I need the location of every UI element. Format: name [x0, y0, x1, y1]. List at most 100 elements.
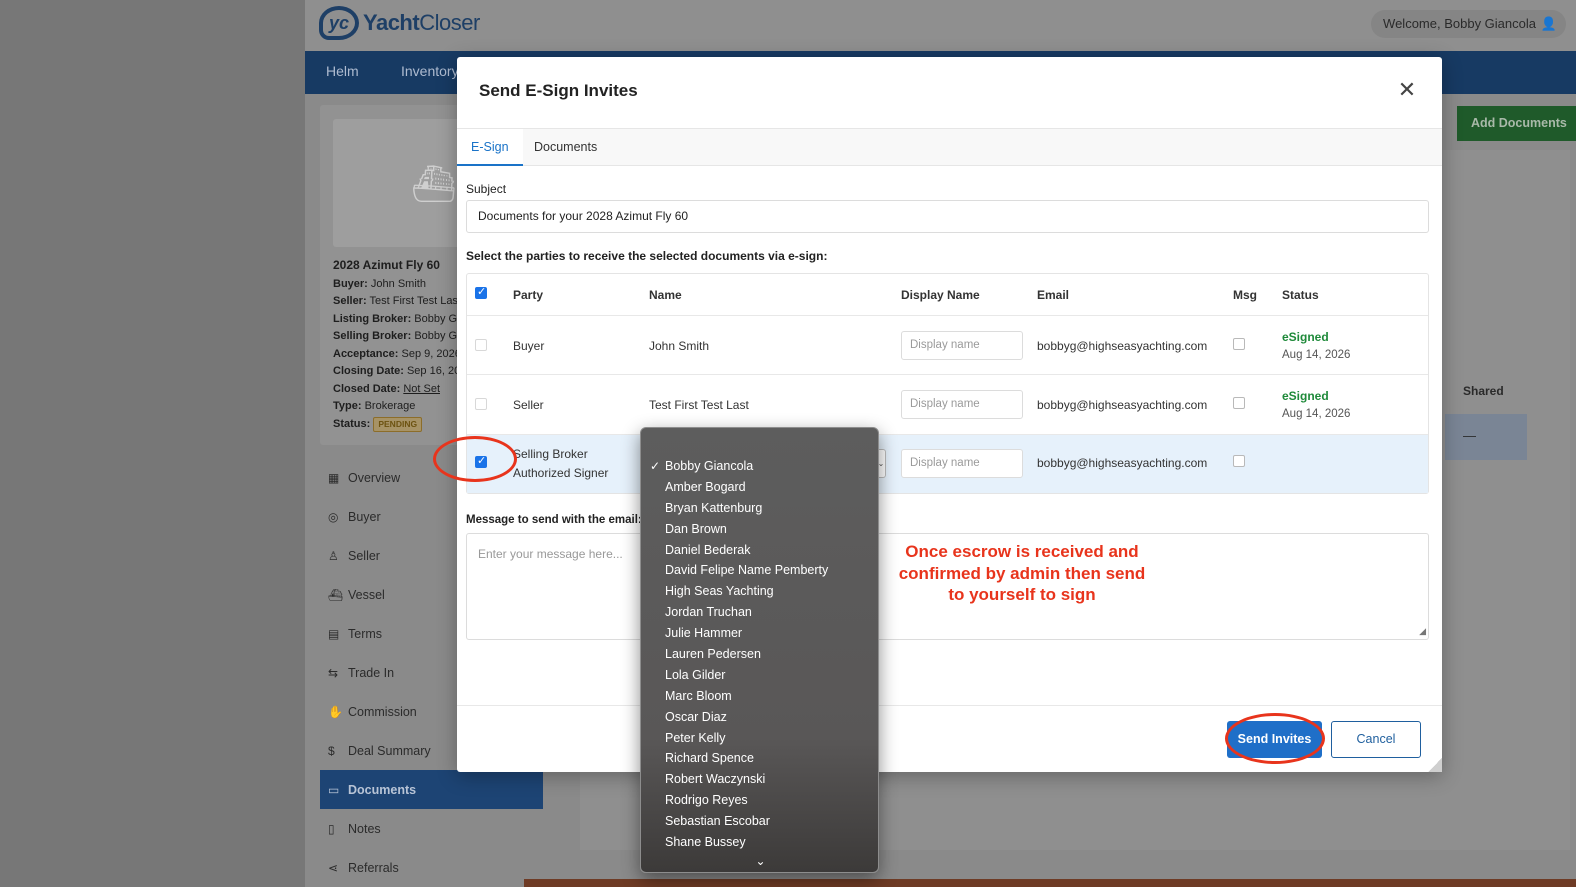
display-name-input[interactable]: Display name: [901, 331, 1023, 360]
status-date: Aug 14, 2026: [1282, 349, 1351, 361]
modal-tabs: E-Sign Documents: [457, 128, 1442, 166]
dropdown-option[interactable]: High Seas Yachting: [641, 581, 878, 602]
annotation-circle-send: [1225, 713, 1325, 764]
name-cell: John Smith: [649, 339, 710, 353]
row-checkbox[interactable]: [475, 339, 487, 351]
sidebar-item-documents[interactable]: ▭ Documents: [320, 770, 543, 809]
cancel-button[interactable]: Cancel: [1331, 721, 1421, 758]
display-name-input[interactable]: Display name: [901, 449, 1023, 478]
vessel-title: 2028 Azimut Fly 60: [333, 258, 440, 272]
handshake-icon: ✋: [328, 704, 343, 719]
closed-date-link[interactable]: Not Set: [403, 383, 440, 395]
dropdown-option[interactable]: Peter Kelly: [641, 728, 878, 749]
user-circle-icon: ◎: [328, 509, 339, 524]
dropdown-option[interactable]: Bryan Kattenburg: [641, 498, 878, 519]
display-name-input[interactable]: Display name: [901, 390, 1023, 419]
modal-resize-corner: [1428, 758, 1442, 772]
select-all-checkbox[interactable]: [475, 285, 487, 299]
party-cell: Seller: [513, 398, 544, 412]
subject-label: Subject: [466, 182, 507, 196]
dropdown-option[interactable]: Robert Waczynski: [641, 769, 878, 790]
column-header-party: Party: [513, 288, 544, 302]
annotation-circle-checkbox: [433, 436, 517, 482]
chevron-down-icon[interactable]: ⌄: [641, 854, 880, 868]
dropdown-option[interactable]: Rodrigo Reyes: [641, 790, 878, 811]
close-icon[interactable]: ✕: [1396, 79, 1418, 101]
status-esigned: eSigned: [1282, 330, 1329, 344]
dropdown-option[interactable]: David Felipe Name Pemberty: [641, 560, 878, 581]
table-row-selected: Selling Broker Authorized Signer Display…: [467, 434, 1428, 493]
parties-label: Select the parties to receive the select…: [466, 249, 828, 263]
shared-column-header[interactable]: Shared: [1463, 384, 1504, 398]
footer-divider: [457, 705, 1442, 706]
column-header-status: Status: [1282, 288, 1319, 302]
app-header: yc YachtCloser Welcome, Bobby Giancola 👤: [305, 0, 1576, 51]
folder-icon: ▭: [328, 782, 340, 797]
esign-invites-modal: Send E-Sign Invites ✕ E-Sign Documents S…: [457, 57, 1442, 772]
dropdown-option[interactable]: Marc Bloom: [641, 686, 878, 707]
ship-icon: ⛴: [411, 163, 457, 204]
column-header-display-name: Display Name: [901, 288, 980, 302]
tab-documents[interactable]: Documents: [520, 129, 611, 166]
dropdown-option[interactable]: Julie Hammer: [641, 623, 878, 644]
status-esigned: eSigned: [1282, 389, 1329, 403]
logo-mark: yc: [319, 6, 359, 40]
row-checkbox[interactable]: [475, 398, 487, 410]
add-documents-button[interactable]: Add Documents: [1457, 106, 1576, 141]
checkmark-icon: ✓: [650, 459, 661, 473]
swap-icon: ⇆: [328, 665, 339, 680]
user-menu[interactable]: Welcome, Bobby Giancola 👤: [1371, 10, 1566, 38]
resize-grip-icon[interactable]: ◢: [1419, 626, 1426, 637]
user-icon: 👤: [1540, 16, 1557, 31]
shared-cell: —: [1463, 428, 1476, 443]
grid-icon: ▦: [328, 470, 340, 485]
table-row: Seller Test First Test Last Display name…: [467, 374, 1428, 433]
dropdown-option[interactable]: Daniel Bederak: [641, 540, 878, 561]
email-cell: bobbyg@highseasyachting.com: [1037, 456, 1208, 470]
subject-input[interactable]: Documents for your 2028 Azimut Fly 60: [466, 200, 1429, 233]
nav-item-helm[interactable]: Helm: [326, 63, 359, 79]
msg-checkbox[interactable]: [1233, 397, 1245, 409]
sidebar-item-notes[interactable]: ▯ Notes: [320, 809, 543, 848]
party-cell: Selling Broker: [513, 447, 588, 461]
column-header-msg: Msg: [1233, 288, 1257, 302]
vessel-info: 2028 Azimut Fly 60 Buyer: John Smith Sel…: [333, 258, 476, 432]
dropdown-option[interactable]: Sebastian Escobar: [641, 811, 878, 832]
message-label: Message to send with the email:: [466, 514, 642, 526]
status-badge: PENDING: [373, 416, 423, 432]
dropdown-option[interactable]: Oscar Diaz: [641, 707, 878, 728]
note-icon: ▯: [328, 821, 335, 836]
status-date: Aug 14, 2026: [1282, 408, 1351, 420]
dropdown-option[interactable]: Lauren Pedersen: [641, 644, 878, 665]
sidebar-item-referrals[interactable]: ⋖ Referrals: [320, 848, 543, 887]
party-cell: Buyer: [513, 339, 545, 353]
dropdown-option[interactable]: Richard Spence: [641, 748, 878, 769]
message-placeholder: Enter your message here...: [478, 547, 623, 561]
dropdown-option[interactable]: Amber Bogard: [641, 477, 878, 498]
dropdown-option[interactable]: Dan Brown: [641, 519, 878, 540]
parties-table: Party Name Display Name Email Msg Status…: [466, 273, 1429, 494]
modal-title: Send E-Sign Invites: [479, 81, 638, 100]
selected-document-row: [1445, 414, 1527, 460]
tab-esign[interactable]: E-Sign: [457, 129, 523, 166]
table-row: Buyer John Smith Display name bobbyg@hig…: [467, 315, 1428, 374]
document-icon: ▤: [328, 626, 340, 641]
dropdown-option-selected[interactable]: ✓ Bobby Giancola: [641, 456, 878, 477]
dropdown-option[interactable]: Shane Bussey: [641, 832, 878, 853]
bottom-bar: [524, 879, 1576, 887]
dropdown-option[interactable]: Lola Gilder: [641, 665, 878, 686]
logo[interactable]: yc YachtCloser: [319, 6, 480, 40]
email-cell: bobbyg@highseasyachting.com: [1037, 339, 1208, 353]
annotation-note: Once escrow is received and confirmed by…: [898, 542, 1146, 604]
msg-checkbox[interactable]: [1233, 455, 1245, 467]
name-cell: Test First Test Last: [649, 398, 749, 412]
dollar-icon: $: [328, 743, 335, 758]
email-cell: bobbyg@highseasyachting.com: [1037, 398, 1208, 412]
user-icon: ♙: [328, 548, 339, 563]
column-header-name: Name: [649, 288, 682, 302]
msg-checkbox[interactable]: [1233, 338, 1245, 350]
dropdown-option[interactable]: Jordan Truchan: [641, 602, 878, 623]
welcome-text: Welcome, Bobby Giancola: [1383, 16, 1536, 31]
logo-text: YachtCloser: [363, 10, 480, 35]
nav-item-inventory[interactable]: Inventory: [401, 63, 459, 79]
